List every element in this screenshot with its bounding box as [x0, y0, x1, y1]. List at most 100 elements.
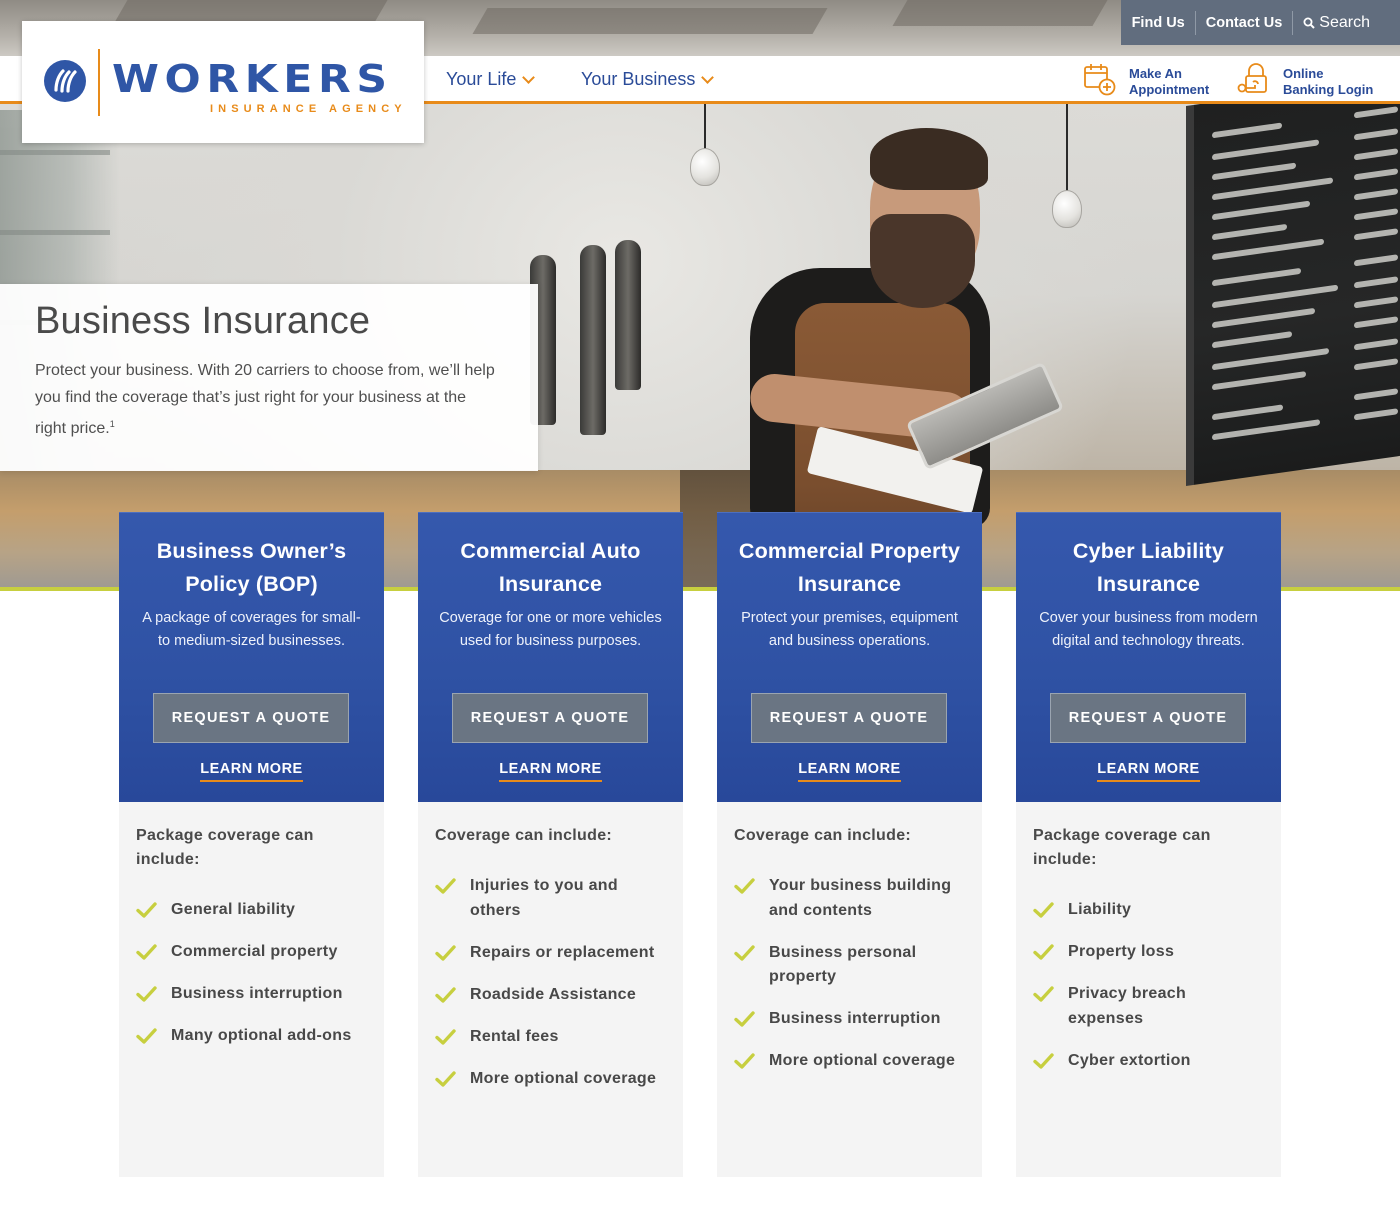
nav-your-business[interactable]: Your Business — [581, 69, 715, 90]
checkmark-icon — [1033, 940, 1054, 964]
coverage-item: Business personal property — [734, 941, 965, 990]
search-link[interactable]: Search — [1293, 14, 1380, 32]
card-title: Commercial Property Insurance — [738, 539, 961, 596]
product-card-cyber-liability: Cyber Liability Insurance Cover your bus… — [1016, 512, 1281, 1177]
site-logo[interactable]: WORKERS INSURANCE AGENCY — [22, 21, 424, 143]
chevron-down-icon — [522, 70, 536, 84]
card-title: Cyber Liability Insurance — [1072, 539, 1225, 596]
find-us-link[interactable]: Find Us — [1122, 15, 1195, 31]
card-title: Commercial Auto Insurance — [460, 539, 641, 596]
card-description: Cover your business from modern digital … — [1039, 610, 1258, 649]
coverage-item: Liability — [1033, 898, 1264, 923]
coverage-item-label: Business personal property — [769, 943, 917, 986]
intro-panel: Business Insurance Protect your business… — [0, 284, 538, 471]
request-quote-button[interactable]: REQUEST A QUOTE — [1050, 693, 1246, 743]
coverage-item-label: General liability — [171, 901, 296, 918]
product-card-bop: Business Owner’s Policy (BOP) A package … — [119, 512, 384, 1177]
coverage-panel: Coverage can include: Your business buil… — [717, 802, 982, 1177]
utility-nav: Find Us Contact Us Search — [1121, 0, 1400, 45]
contact-us-link[interactable]: Contact Us — [1196, 15, 1293, 31]
checkmark-icon — [1033, 898, 1054, 922]
coverage-heading: Coverage can include: — [435, 827, 613, 844]
learn-more-link[interactable]: LEARN MORE — [418, 760, 683, 782]
card-description: Protect your premises, equipment and bus… — [741, 610, 958, 649]
learn-more-link[interactable]: LEARN MORE — [717, 760, 982, 782]
intro-text: Protect your business. With 20 carriers … — [35, 362, 495, 437]
product-card-commercial-property: Commercial Property Insurance Protect yo… — [717, 512, 982, 1177]
chevron-down-icon — [701, 70, 715, 84]
coverage-item: Privacy breach expenses — [1033, 982, 1264, 1031]
logo-divider — [98, 49, 100, 116]
coverage-item-label: More optional coverage — [769, 1052, 956, 1069]
product-card-commercial-auto: Commercial Auto Insurance Coverage for o… — [418, 512, 683, 1177]
nav-your-life[interactable]: Your Life — [446, 69, 536, 90]
coverage-heading: Package coverage can include: — [1033, 827, 1211, 868]
checkmark-icon — [435, 1025, 456, 1049]
coverage-list: Liability Property loss Privacy breach exp… — [1033, 898, 1264, 1073]
request-quote-button[interactable]: REQUEST A QUOTE — [751, 693, 947, 743]
coverage-item: Business interruption — [734, 1007, 965, 1032]
coverage-item-label: Rental fees — [470, 1027, 559, 1045]
coverage-heading: Coverage can include: — [734, 827, 912, 844]
card-description: A package of coverages for small- to med… — [142, 610, 361, 649]
coverage-item: Business interruption — [136, 982, 367, 1007]
logo-mark-icon — [44, 60, 86, 102]
coverage-item: General liability — [136, 898, 367, 923]
request-quote-button[interactable]: REQUEST A QUOTE — [452, 693, 648, 743]
learn-more-link[interactable]: LEARN MORE — [1016, 760, 1281, 782]
checkmark-icon — [734, 941, 755, 965]
coverage-item-label: Injuries to you and others — [470, 877, 618, 919]
checkmark-icon — [435, 983, 456, 1007]
learn-more-link[interactable]: LEARN MORE — [119, 760, 384, 782]
make-appointment-link[interactable]: Make An Appointment — [1083, 62, 1209, 101]
coverage-item-label: Business interruption — [171, 985, 343, 1002]
lock-key-icon — [1237, 62, 1271, 101]
coverage-item: Cyber extortion — [1033, 1049, 1264, 1074]
footnote-marker[interactable]: 1 — [110, 419, 115, 429]
coverage-item-label: More optional coverage — [470, 1069, 657, 1087]
coverage-list: General liability Commercial property Busi… — [136, 898, 367, 1049]
card-title: Business Owner’s Policy (BOP) — [156, 539, 347, 596]
page-title: Business Insurance — [35, 300, 371, 342]
checkmark-icon — [136, 982, 157, 1006]
coverage-item-label: Business interruption — [769, 1010, 941, 1027]
coverage-list: Injuries to you and others Repairs or rep… — [435, 874, 666, 1091]
coverage-item: Property loss — [1033, 940, 1264, 965]
checkmark-icon — [136, 898, 157, 922]
coverage-item: Repairs or replacement — [435, 941, 666, 966]
checkmark-icon — [734, 1049, 755, 1073]
coverage-panel: Coverage can include: Injuries to you an… — [418, 802, 683, 1177]
request-quote-button[interactable]: REQUEST A QUOTE — [153, 693, 349, 743]
coverage-item: Commercial property — [136, 940, 367, 965]
calendar-add-icon — [1083, 62, 1117, 101]
online-banking-login-link[interactable]: Online Banking Login — [1237, 62, 1373, 101]
coverage-item-label: Cyber extortion — [1068, 1051, 1191, 1069]
checkmark-icon — [1033, 1049, 1054, 1073]
coverage-panel: Package coverage can include: Liability P… — [1016, 802, 1281, 1177]
coverage-panel: Package coverage can include: General li… — [119, 802, 384, 1177]
coverage-list: Your business building and contents Busin… — [734, 874, 965, 1074]
logo-wordmark: WORKERS — [112, 57, 393, 101]
menu-chalkboard — [1186, 72, 1400, 486]
checkmark-icon — [136, 1024, 157, 1048]
coverage-item: Injuries to you and others — [435, 874, 666, 923]
coverage-item-label: Many optional add-ons — [171, 1027, 352, 1044]
coverage-item: Your business building and contents — [734, 874, 965, 923]
checkmark-icon — [734, 874, 755, 898]
coverage-item-label: Repairs or replacement — [470, 943, 655, 961]
light-bulb — [690, 148, 720, 186]
coverage-item: Roadside Assistance — [435, 983, 666, 1008]
logo-tagline: INSURANCE AGENCY — [210, 103, 407, 115]
checkmark-icon — [136, 940, 157, 964]
coverage-item-label: Privacy breach expenses — [1068, 985, 1187, 1027]
card-description: Coverage for one or more vehicles used f… — [439, 610, 662, 649]
checkmark-icon — [734, 1007, 755, 1031]
checkmark-icon — [435, 941, 456, 965]
coverage-item-label: Commercial property — [171, 943, 338, 960]
coverage-item: Rental fees — [435, 1025, 666, 1050]
coverage-item-label: Liability — [1068, 901, 1132, 918]
search-icon — [1303, 17, 1316, 29]
coverage-heading: Package coverage can include: — [136, 827, 314, 868]
checkmark-icon — [1033, 982, 1054, 1006]
coverage-item-label: Your business building and contents — [769, 877, 952, 919]
